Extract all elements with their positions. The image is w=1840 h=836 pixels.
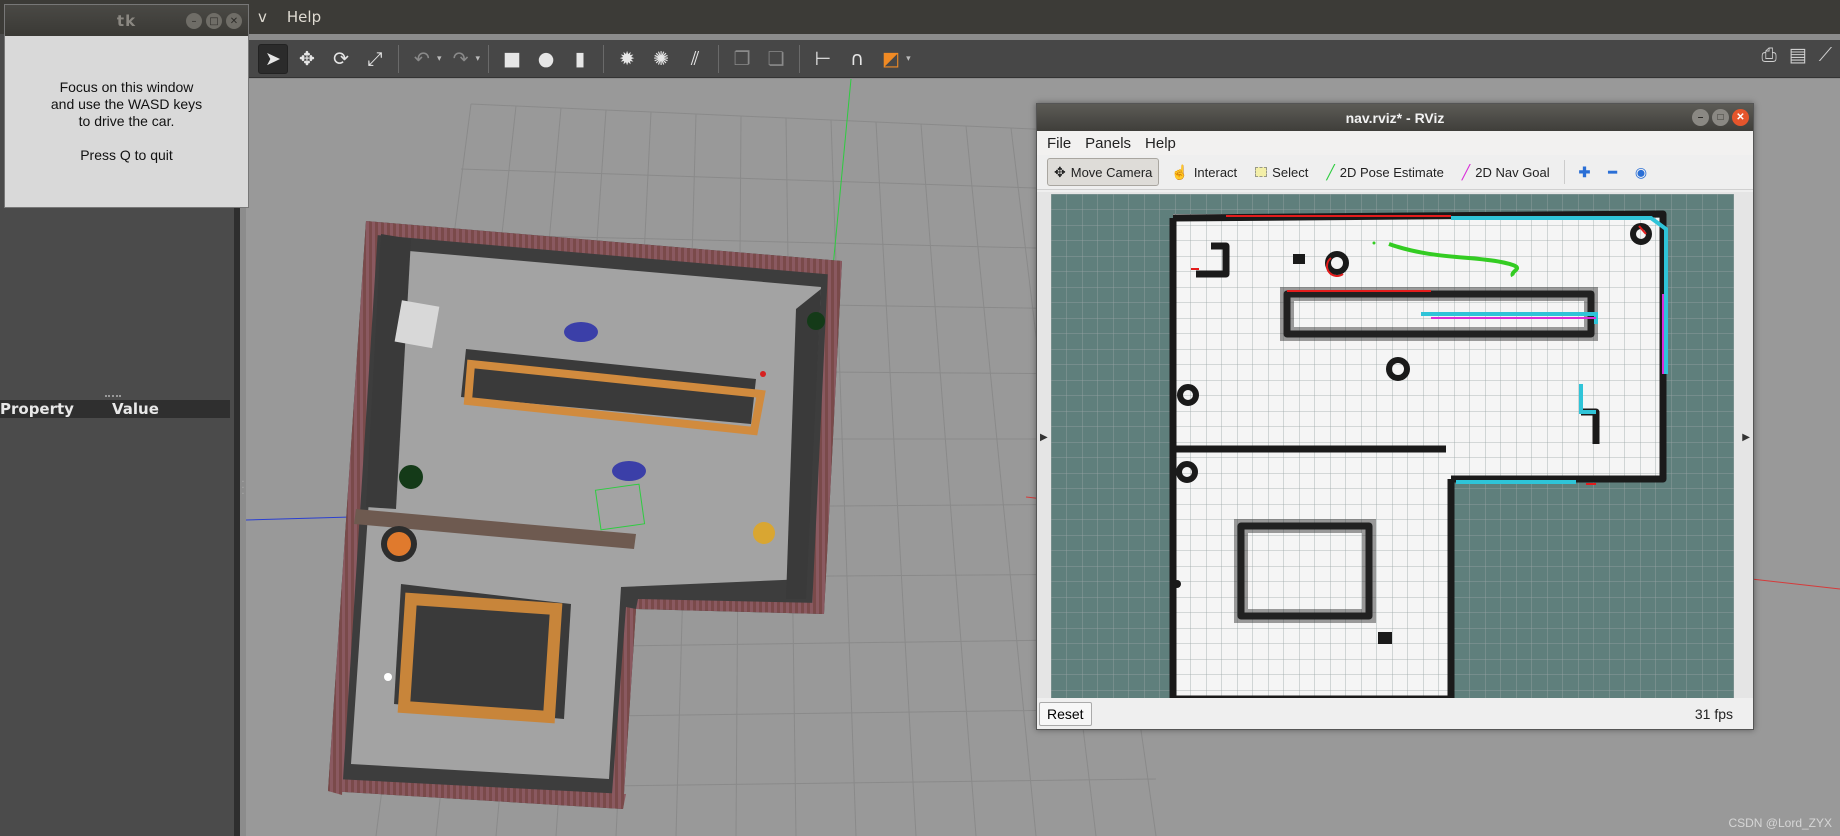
tool-label: Interact <box>1193 164 1238 180</box>
gazebo-toolbar: ➤ ✥ ⟳ ⤢ ↶ ▾ ↷ ▾ ■ ● ▮ ✹ ✺ ⫽ ❐ ❏ ⊢ ∩ ◩ ▾ <box>246 40 1840 78</box>
cylinder-shape-icon[interactable]: ▮ <box>565 44 595 74</box>
minimize-icon[interactable]: – <box>186 13 202 29</box>
rotate-mode-icon[interactable]: ⟳ <box>326 44 356 74</box>
scale-mode-icon[interactable]: ⤢ <box>360 44 390 74</box>
tool-label: 2D Nav Goal <box>1475 164 1550 180</box>
instruction-line: to drive the car. <box>78 113 175 129</box>
undo-dropdown-icon[interactable]: ▾ <box>437 54 442 64</box>
align-icon[interactable]: ⊢ <box>808 44 838 74</box>
move-camera-tool[interactable]: ✥ Move Camera <box>1047 158 1160 186</box>
add-tool-button[interactable]: ✚ <box>1573 158 1597 186</box>
property-column-header: Property <box>0 400 74 418</box>
interact-tool[interactable]: ☝ Interact <box>1165 158 1243 186</box>
nav-goal-tool[interactable]: ╱ 2D Nav Goal <box>1456 158 1556 186</box>
toolbar-divider <box>488 44 490 73</box>
maximize-icon[interactable]: □ <box>1712 109 1729 126</box>
expand-right-panel-icon[interactable]: ▶ <box>1742 432 1750 443</box>
fps-readout: 31 fps <box>1694 705 1733 722</box>
rviz-menubar: File Panels Help <box>1037 131 1753 155</box>
tool-label: Select <box>1272 164 1309 180</box>
toolbar-divider <box>799 44 801 73</box>
toolbar-divider <box>398 44 399 73</box>
box-shape-icon[interactable]: ■ <box>497 44 527 74</box>
gazebo-toolbar-right: ⎙ ▤ ⟋ <box>1762 44 1832 66</box>
undo-icon[interactable]: ↶ <box>407 44 437 74</box>
select-tool[interactable]: Select <box>1249 158 1314 186</box>
view-angle-icon[interactable]: ◩ <box>876 44 906 74</box>
quit-instruction: Press Q to quit <box>80 147 173 163</box>
map-obstacle <box>1293 254 1305 264</box>
plot-icon[interactable]: ⟋ <box>1819 44 1832 66</box>
tk-window-title: tk <box>116 11 137 30</box>
eye-icon: ◉ <box>1634 163 1648 180</box>
redo-icon[interactable]: ↷ <box>446 44 476 74</box>
copy-icon[interactable]: ❐ <box>727 44 757 74</box>
plus-icon: ✚ <box>1578 163 1591 180</box>
menu-view[interactable]: v <box>258 8 267 26</box>
tool-label: 2D Pose Estimate <box>1339 164 1444 180</box>
close-icon[interactable]: ✕ <box>1732 109 1749 126</box>
minus-icon: ━ <box>1608 163 1617 180</box>
rviz-window-title: nav.rviz* - RViz <box>1345 109 1445 126</box>
hand-pointer-icon: ☝ <box>1171 163 1189 180</box>
panel-resize-handle[interactable] <box>105 395 121 397</box>
rviz-titlebar[interactable]: nav.rviz* - RViz – □ ✕ <box>1037 104 1753 131</box>
remove-tool-button[interactable]: ━ <box>1602 158 1622 186</box>
menu-file[interactable]: File <box>1047 135 1071 152</box>
select-box-icon <box>1255 167 1268 177</box>
rviz-window[interactable]: nav.rviz* - RViz – □ ✕ File Panels Help … <box>1036 103 1754 730</box>
reset-button[interactable]: Reset <box>1039 701 1092 726</box>
tool-label: Move Camera <box>1070 164 1153 180</box>
menu-panels[interactable]: Panels <box>1085 135 1131 152</box>
menu-help[interactable]: Help <box>1145 135 1176 152</box>
rviz-window-controls: – □ ✕ <box>1692 109 1749 126</box>
view-angle-dropdown-icon[interactable]: ▾ <box>906 54 911 64</box>
tk-teleop-window[interactable]: tk – □ ✕ Focus on this window and use th… <box>4 4 249 208</box>
menu-help[interactable]: Help <box>287 8 321 26</box>
snap-icon[interactable]: ∩ <box>842 44 872 74</box>
directional-light-icon[interactable]: ⫽ <box>680 44 710 74</box>
magenta-arrow-icon: ╱ <box>1461 163 1471 180</box>
move-camera-icon: ✥ <box>1054 163 1066 180</box>
map-obstacle <box>1173 580 1181 588</box>
spot-light-icon[interactable]: ✺ <box>646 44 676 74</box>
instruction-line: and use the WASD keys <box>50 96 203 112</box>
tk-window-controls: – □ ✕ <box>186 13 242 29</box>
rviz-statusbar: Reset 31 fps <box>1037 698 1753 729</box>
house-model <box>328 221 842 809</box>
value-column-header: Value <box>112 400 159 418</box>
occupancy-map[interactable] <box>1051 194 1734 700</box>
view-options-button[interactable]: ◉ <box>1629 158 1653 186</box>
minimize-icon[interactable]: – <box>1692 109 1709 126</box>
close-icon[interactable]: ✕ <box>226 13 242 29</box>
toolbar-divider <box>718 44 720 73</box>
paste-icon[interactable]: ❏ <box>761 44 791 74</box>
watermark-text: CSDN @Lord_ZYX <box>1728 816 1832 830</box>
toolbar-divider <box>1563 160 1565 184</box>
rviz-toolbar: ✥ Move Camera ☝ Interact Select ╱ 2D Pos… <box>1037 155 1753 190</box>
tk-titlebar[interactable]: tk – □ ✕ <box>5 5 248 36</box>
green-arrow-icon: ╱ <box>1326 163 1335 180</box>
map-obstacle <box>1378 632 1392 644</box>
rviz-viewport[interactable]: ▶ ▶ <box>1037 192 1753 700</box>
select-mode-icon[interactable]: ➤ <box>258 43 288 74</box>
expand-left-panel-icon[interactable]: ▶ <box>1040 432 1048 443</box>
property-table-header: Property Value <box>0 400 230 418</box>
instruction-line: Focus on this window <box>59 79 194 95</box>
sphere-shape-icon[interactable]: ● <box>531 44 561 74</box>
gazebo-menubar: v Help <box>0 0 1840 34</box>
translate-mode-icon[interactable]: ✥ <box>292 44 322 74</box>
point-light-icon[interactable]: ✹ <box>612 44 642 74</box>
maximize-icon[interactable]: □ <box>206 13 222 29</box>
toolbar-divider <box>603 44 605 73</box>
screenshot-icon[interactable]: ⎙ <box>1762 44 1777 66</box>
log-icon[interactable]: ▤ <box>1789 44 1807 66</box>
redo-dropdown-icon[interactable]: ▾ <box>476 54 481 64</box>
pose-estimate-tool[interactable]: ╱ 2D Pose Estimate <box>1320 158 1449 186</box>
tk-instructions: Focus on this window and use the WASD ke… <box>5 36 248 164</box>
